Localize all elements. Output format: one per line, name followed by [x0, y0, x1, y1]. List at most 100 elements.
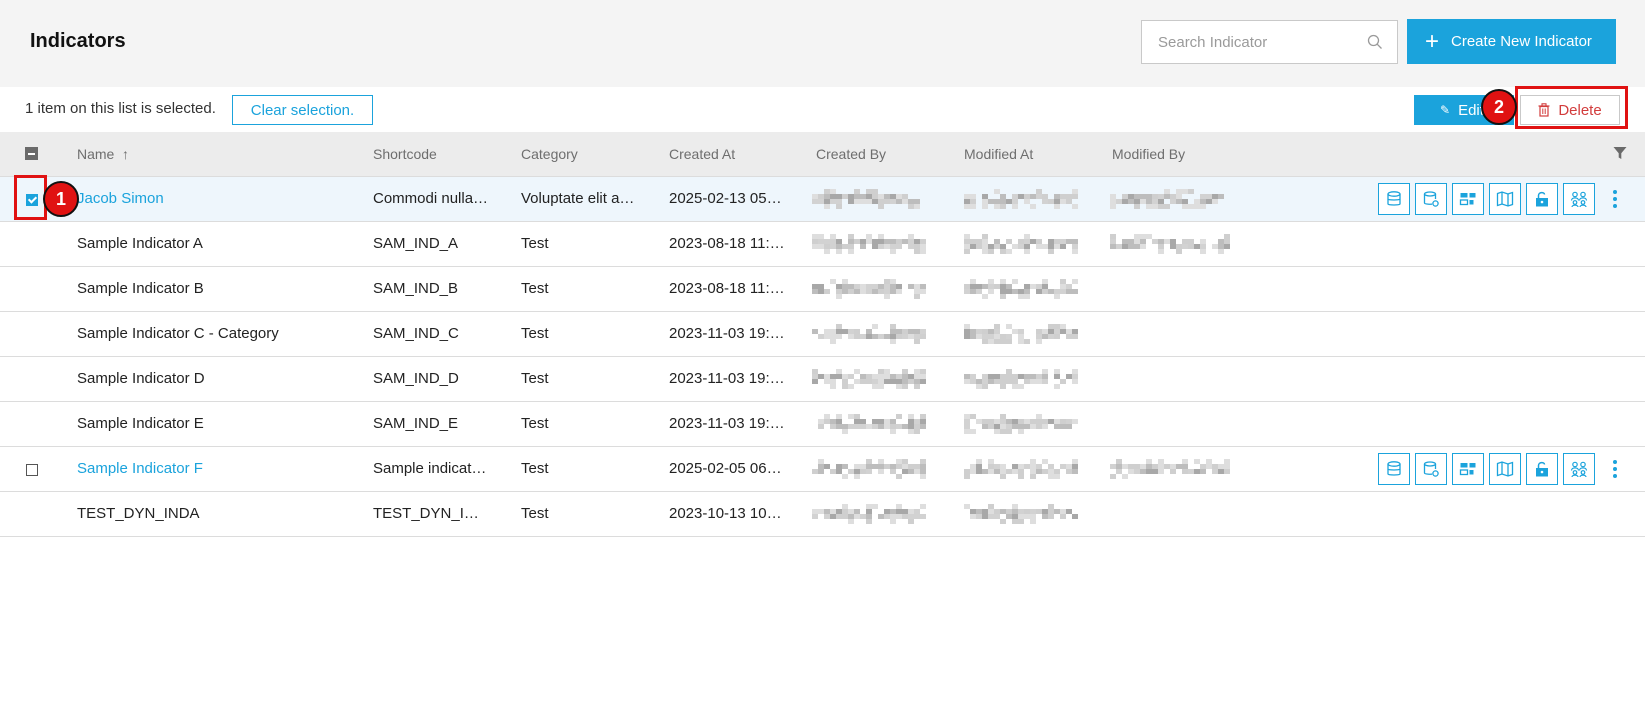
database-settings-icon	[1422, 460, 1440, 478]
row-shortcode: SAM_IND_D	[373, 370, 459, 387]
table-row[interactable]: TEST_DYN_INDA TEST_DYN_I… Test 2023-10-13 1…	[0, 492, 1645, 537]
unlock-icon	[1533, 460, 1551, 478]
selection-bar: 1 item on this list is selected. Clear s…	[0, 87, 1645, 132]
row-created-at: 2025-02-13 05…	[669, 190, 782, 207]
row-shortcode: SAM_IND_E	[373, 415, 459, 432]
row-name: Sample Indicator B	[77, 280, 204, 297]
page-title: Indicators	[30, 30, 126, 52]
row-shortcode: SAM_IND_C	[373, 325, 459, 342]
table-row[interactable]: Sample Indicator C - Category SAM_IND_C Te…	[0, 312, 1645, 357]
blocks-icon	[1459, 460, 1477, 478]
map-icon	[1496, 190, 1514, 208]
unlock-action-button[interactable]	[1526, 183, 1558, 215]
column-created-at[interactable]: Created At	[669, 146, 735, 162]
more-options-icon[interactable]	[1611, 185, 1619, 213]
search-icon[interactable]	[1367, 34, 1383, 50]
redacted-text	[964, 414, 1078, 434]
column-name[interactable]: Name	[77, 146, 114, 162]
redacted-text	[812, 504, 926, 524]
row-category: Test	[521, 415, 549, 432]
redacted-text	[1110, 459, 1230, 479]
row-created-at: 2023-11-03 19:…	[669, 325, 785, 342]
create-indicator-button[interactable]: + Create New Indicator	[1407, 19, 1616, 64]
column-created-by[interactable]: Created By	[816, 146, 886, 162]
row-name[interactable]: Sample Indicator F	[77, 460, 203, 477]
database-action-button[interactable]	[1378, 183, 1410, 215]
database-settings-action-button[interactable]	[1415, 183, 1447, 215]
row-created-at: 2023-10-13 10…	[669, 505, 782, 522]
unlock-icon	[1533, 190, 1551, 208]
database-settings-action-button[interactable]	[1415, 453, 1447, 485]
column-shortcode[interactable]: Shortcode	[373, 146, 437, 162]
table-row[interactable]: Sample Indicator D SAM_IND_D Test 2023-11-0…	[0, 357, 1645, 402]
group-action-button[interactable]	[1563, 183, 1595, 215]
redacted-text	[812, 414, 926, 434]
column-modified-by[interactable]: Modified By	[1112, 146, 1185, 162]
more-options-icon[interactable]	[1611, 455, 1619, 483]
column-modified-at[interactable]: Modified At	[964, 146, 1033, 162]
select-all-checkbox[interactable]	[25, 147, 38, 160]
map-action-button[interactable]	[1489, 453, 1521, 485]
row-created-at: 2023-08-18 11:…	[669, 235, 785, 252]
row-name[interactable]: Jacob Simon	[77, 190, 164, 207]
row-name: Sample Indicator D	[77, 370, 205, 387]
database-icon	[1385, 190, 1403, 208]
table-row[interactable]: Sample Indicator A SAM_IND_A Test 2023-08-1…	[0, 222, 1645, 267]
row-created-at: 2025-02-05 06…	[669, 460, 782, 477]
redacted-text	[964, 279, 1078, 299]
map-action-button[interactable]	[1489, 183, 1521, 215]
plus-icon: +	[1425, 27, 1440, 55]
column-category[interactable]: Category	[521, 146, 578, 162]
pencil-icon: ✎	[1440, 103, 1451, 117]
table-header: Name ↑ Shortcode Category Created At Cre…	[0, 132, 1645, 177]
group-action-button[interactable]	[1563, 453, 1595, 485]
row-shortcode: SAM_IND_B	[373, 280, 459, 297]
row-name: Sample Indicator E	[77, 415, 204, 432]
search-box[interactable]	[1141, 20, 1398, 64]
row-name: Sample Indicator A	[77, 235, 203, 252]
redacted-text	[1110, 189, 1230, 209]
row-created-at: 2023-11-03 19:…	[669, 415, 785, 432]
redacted-text	[964, 504, 1078, 524]
redacted-text	[812, 369, 926, 389]
edit-label: Edit	[1458, 101, 1484, 119]
row-name: Sample Indicator C - Category	[77, 325, 279, 342]
sort-ascending-icon[interactable]: ↑	[122, 146, 129, 162]
filter-icon[interactable]	[1613, 146, 1627, 160]
row-category: Voluptate elit a…	[521, 190, 635, 207]
blocks-action-button[interactable]	[1452, 183, 1484, 215]
redacted-text	[964, 189, 1078, 209]
redacted-text	[812, 234, 926, 254]
row-shortcode: Commodi nulla…	[373, 190, 489, 207]
row-category: Test	[521, 280, 549, 297]
group-icon	[1570, 190, 1588, 208]
redacted-text	[812, 279, 926, 299]
row-category: Test	[521, 235, 549, 252]
table-row[interactable]: Jacob Simon Commodi nulla… Voluptate elit …	[0, 177, 1645, 222]
redacted-text	[812, 189, 924, 209]
step-marker-2: 2	[1481, 89, 1517, 125]
redacted-text	[964, 459, 1078, 479]
row-category: Test	[521, 505, 549, 522]
table-row[interactable]: Sample Indicator F Sample indicat… Test 202…	[0, 447, 1645, 492]
map-icon	[1496, 460, 1514, 478]
redacted-text	[964, 369, 1078, 389]
search-input[interactable]	[1142, 21, 1357, 63]
database-action-button[interactable]	[1378, 453, 1410, 485]
clear-selection-button[interactable]: Clear selection.	[232, 95, 373, 125]
row-name: TEST_DYN_INDA	[77, 505, 200, 522]
row-created-at: 2023-08-18 11:…	[669, 280, 785, 297]
row-created-at: 2023-11-03 19:…	[669, 370, 785, 387]
table-row[interactable]: Sample Indicator B SAM_IND_B Test 2023-08-1…	[0, 267, 1645, 312]
page-header: Indicators + Create New Indicator	[0, 0, 1645, 87]
step-marker-1: 1	[43, 181, 79, 217]
row-checkbox[interactable]	[26, 464, 38, 476]
database-settings-icon	[1422, 190, 1440, 208]
unlock-action-button[interactable]	[1526, 453, 1558, 485]
redacted-text	[812, 324, 926, 344]
blocks-action-button[interactable]	[1452, 453, 1484, 485]
redacted-text	[964, 234, 1078, 254]
table-row[interactable]: Sample Indicator E SAM_IND_E Test 2023-11-0…	[0, 402, 1645, 447]
redacted-text	[964, 324, 1078, 344]
database-icon	[1385, 460, 1403, 478]
